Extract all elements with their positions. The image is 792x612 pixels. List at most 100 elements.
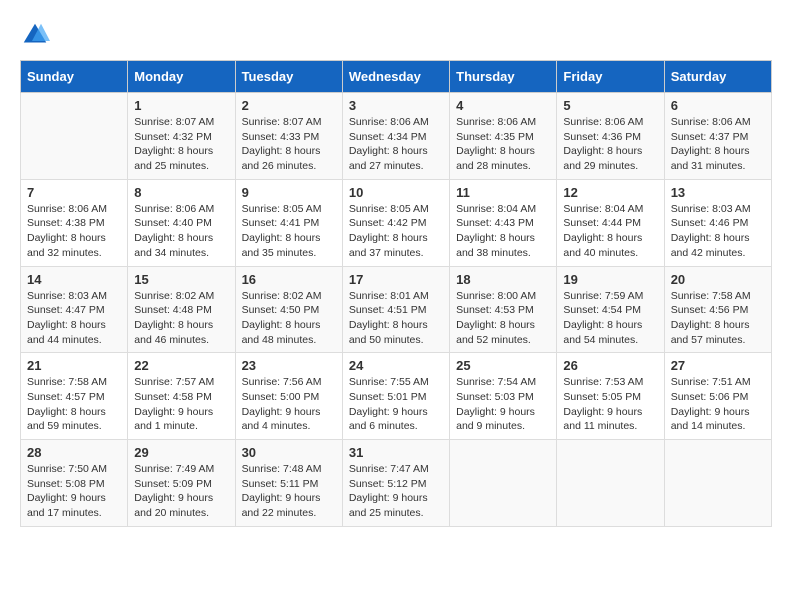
day-info: Sunrise: 7:58 AM Sunset: 4:56 PM Dayligh… [671, 289, 765, 348]
day-info: Sunrise: 8:06 AM Sunset: 4:35 PM Dayligh… [456, 115, 550, 174]
day-number: 11 [456, 185, 550, 200]
day-info: Sunrise: 7:54 AM Sunset: 5:03 PM Dayligh… [456, 375, 550, 434]
calendar-cell: 28 Sunrise: 7:50 AM Sunset: 5:08 PM Dayli… [21, 440, 128, 527]
day-number: 28 [27, 445, 121, 460]
day-info: Sunrise: 8:02 AM Sunset: 4:50 PM Dayligh… [242, 289, 336, 348]
logo [20, 20, 54, 50]
day-number: 15 [134, 272, 228, 287]
day-info: Sunrise: 7:47 AM Sunset: 5:12 PM Dayligh… [349, 462, 443, 521]
day-number: 9 [242, 185, 336, 200]
day-info: Sunrise: 7:57 AM Sunset: 4:58 PM Dayligh… [134, 375, 228, 434]
day-info: Sunrise: 8:03 AM Sunset: 4:46 PM Dayligh… [671, 202, 765, 261]
page-header [20, 20, 772, 50]
day-info: Sunrise: 8:06 AM Sunset: 4:34 PM Dayligh… [349, 115, 443, 174]
day-number: 17 [349, 272, 443, 287]
calendar-week-row: 14 Sunrise: 8:03 AM Sunset: 4:47 PM Dayli… [21, 266, 772, 353]
day-of-week-header: Thursday [450, 61, 557, 93]
day-number: 19 [563, 272, 657, 287]
calendar-cell: 5 Sunrise: 8:06 AM Sunset: 4:36 PM Daylig… [557, 93, 664, 180]
day-info: Sunrise: 8:05 AM Sunset: 4:41 PM Dayligh… [242, 202, 336, 261]
calendar-cell: 18 Sunrise: 8:00 AM Sunset: 4:53 PM Dayli… [450, 266, 557, 353]
calendar-week-row: 7 Sunrise: 8:06 AM Sunset: 4:38 PM Daylig… [21, 179, 772, 266]
day-number: 5 [563, 98, 657, 113]
logo-icon [20, 20, 50, 50]
day-number: 29 [134, 445, 228, 460]
day-number: 23 [242, 358, 336, 373]
calendar-week-row: 21 Sunrise: 7:58 AM Sunset: 4:57 PM Dayli… [21, 353, 772, 440]
calendar-cell [21, 93, 128, 180]
day-number: 13 [671, 185, 765, 200]
calendar-cell [450, 440, 557, 527]
day-number: 21 [27, 358, 121, 373]
day-number: 12 [563, 185, 657, 200]
calendar-cell: 4 Sunrise: 8:06 AM Sunset: 4:35 PM Daylig… [450, 93, 557, 180]
day-info: Sunrise: 8:06 AM Sunset: 4:40 PM Dayligh… [134, 202, 228, 261]
header-row: SundayMondayTuesdayWednesdayThursdayFrid… [21, 61, 772, 93]
calendar-table: SundayMondayTuesdayWednesdayThursdayFrid… [20, 60, 772, 527]
day-number: 7 [27, 185, 121, 200]
day-number: 1 [134, 98, 228, 113]
day-info: Sunrise: 8:01 AM Sunset: 4:51 PM Dayligh… [349, 289, 443, 348]
calendar-cell: 24Sunrise: 7:55 AM Sunset: 5:01 PM Dayli… [342, 353, 449, 440]
calendar-cell: 20 Sunrise: 7:58 AM Sunset: 4:56 PM Dayli… [664, 266, 771, 353]
day-of-week-header: Monday [128, 61, 235, 93]
calendar-cell: 8 Sunrise: 8:06 AM Sunset: 4:40 PM Daylig… [128, 179, 235, 266]
day-number: 27 [671, 358, 765, 373]
calendar-cell: 9 Sunrise: 8:05 AM Sunset: 4:41 PM Daylig… [235, 179, 342, 266]
calendar-cell: 26Sunrise: 7:53 AM Sunset: 5:05 PM Dayli… [557, 353, 664, 440]
day-info: Sunrise: 7:50 AM Sunset: 5:08 PM Dayligh… [27, 462, 121, 521]
day-number: 25 [456, 358, 550, 373]
day-number: 16 [242, 272, 336, 287]
day-of-week-header: Tuesday [235, 61, 342, 93]
day-number: 8 [134, 185, 228, 200]
calendar-cell: 30Sunrise: 7:48 AM Sunset: 5:11 PM Dayli… [235, 440, 342, 527]
day-number: 14 [27, 272, 121, 287]
day-info: Sunrise: 8:07 AM Sunset: 4:33 PM Dayligh… [242, 115, 336, 174]
day-number: 20 [671, 272, 765, 287]
day-info: Sunrise: 8:06 AM Sunset: 4:36 PM Dayligh… [563, 115, 657, 174]
calendar-cell [557, 440, 664, 527]
day-number: 3 [349, 98, 443, 113]
day-info: Sunrise: 7:51 AM Sunset: 5:06 PM Dayligh… [671, 375, 765, 434]
day-number: 31 [349, 445, 443, 460]
day-info: Sunrise: 7:56 AM Sunset: 5:00 PM Dayligh… [242, 375, 336, 434]
day-info: Sunrise: 8:02 AM Sunset: 4:48 PM Dayligh… [134, 289, 228, 348]
calendar-week-row: 28 Sunrise: 7:50 AM Sunset: 5:08 PM Dayli… [21, 440, 772, 527]
day-info: Sunrise: 8:07 AM Sunset: 4:32 PM Dayligh… [134, 115, 228, 174]
calendar-cell: 10Sunrise: 8:05 AM Sunset: 4:42 PM Dayli… [342, 179, 449, 266]
day-info: Sunrise: 8:00 AM Sunset: 4:53 PM Dayligh… [456, 289, 550, 348]
day-info: Sunrise: 7:55 AM Sunset: 5:01 PM Dayligh… [349, 375, 443, 434]
calendar-cell: 6 Sunrise: 8:06 AM Sunset: 4:37 PM Daylig… [664, 93, 771, 180]
calendar-cell: 1 Sunrise: 8:07 AM Sunset: 4:32 PM Daylig… [128, 93, 235, 180]
calendar-cell: 25 Sunrise: 7:54 AM Sunset: 5:03 PM Dayli… [450, 353, 557, 440]
day-info: Sunrise: 7:48 AM Sunset: 5:11 PM Dayligh… [242, 462, 336, 521]
calendar-cell: 17 Sunrise: 8:01 AM Sunset: 4:51 PM Dayli… [342, 266, 449, 353]
day-number: 22 [134, 358, 228, 373]
calendar-cell: 7 Sunrise: 8:06 AM Sunset: 4:38 PM Daylig… [21, 179, 128, 266]
day-info: Sunrise: 7:53 AM Sunset: 5:05 PM Dayligh… [563, 375, 657, 434]
day-of-week-header: Friday [557, 61, 664, 93]
day-info: Sunrise: 8:06 AM Sunset: 4:37 PM Dayligh… [671, 115, 765, 174]
day-info: Sunrise: 8:03 AM Sunset: 4:47 PM Dayligh… [27, 289, 121, 348]
day-info: Sunrise: 7:59 AM Sunset: 4:54 PM Dayligh… [563, 289, 657, 348]
calendar-cell: 29Sunrise: 7:49 AM Sunset: 5:09 PM Dayli… [128, 440, 235, 527]
calendar-cell: 21 Sunrise: 7:58 AM Sunset: 4:57 PM Dayli… [21, 353, 128, 440]
day-info: Sunrise: 8:06 AM Sunset: 4:38 PM Dayligh… [27, 202, 121, 261]
day-of-week-header: Saturday [664, 61, 771, 93]
calendar-cell: 31 Sunrise: 7:47 AM Sunset: 5:12 PM Dayli… [342, 440, 449, 527]
calendar-cell: 2 Sunrise: 8:07 AM Sunset: 4:33 PM Daylig… [235, 93, 342, 180]
day-number: 18 [456, 272, 550, 287]
day-info: Sunrise: 8:04 AM Sunset: 4:44 PM Dayligh… [563, 202, 657, 261]
calendar-cell: 3 Sunrise: 8:06 AM Sunset: 4:34 PM Daylig… [342, 93, 449, 180]
day-info: Sunrise: 8:05 AM Sunset: 4:42 PM Dayligh… [349, 202, 443, 261]
day-of-week-header: Sunday [21, 61, 128, 93]
day-of-week-header: Wednesday [342, 61, 449, 93]
day-number: 6 [671, 98, 765, 113]
day-info: Sunrise: 7:58 AM Sunset: 4:57 PM Dayligh… [27, 375, 121, 434]
calendar-cell: 16 Sunrise: 8:02 AM Sunset: 4:50 PM Dayli… [235, 266, 342, 353]
day-number: 2 [242, 98, 336, 113]
calendar-week-row: 1 Sunrise: 8:07 AM Sunset: 4:32 PM Daylig… [21, 93, 772, 180]
day-number: 4 [456, 98, 550, 113]
calendar-cell: 13 Sunrise: 8:03 AM Sunset: 4:46 PM Dayli… [664, 179, 771, 266]
calendar-cell: 23 Sunrise: 7:56 AM Sunset: 5:00 PM Dayli… [235, 353, 342, 440]
